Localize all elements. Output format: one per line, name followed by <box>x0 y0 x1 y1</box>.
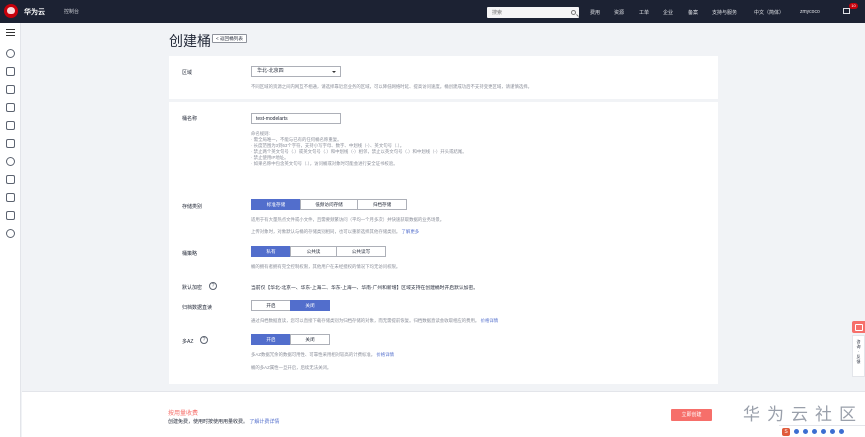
region-select[interactable]: 华北-北京四 <box>251 66 341 77</box>
bucket-name-input[interactable] <box>251 113 341 124</box>
multi-az-hint: 多AZ数据冗余的数据可用性、可靠性采用相对较高的计费标准。 价格详情 <box>251 352 394 358</box>
storage-class-selector: 标准存储 低频访问存储 归档存储 <box>251 199 407 210</box>
search-box <box>487 7 579 18</box>
migration-icon[interactable] <box>6 229 15 238</box>
archive-direct-read-toggle: 开启 关闭 <box>251 300 330 311</box>
ime-tool-icon[interactable] <box>803 429 808 434</box>
multi-az-toggle: 开启 关闭 <box>251 334 330 345</box>
message-icon[interactable] <box>843 8 850 14</box>
storage-icon[interactable] <box>6 139 15 148</box>
console-link[interactable]: 控制台 <box>64 8 79 15</box>
menu-icon[interactable] <box>6 29 15 37</box>
nav-enterprise[interactable]: 企业 <box>663 9 673 16</box>
nav-support[interactable]: 支持与服务 <box>712 9 737 16</box>
multi-az-price-link[interactable]: 价格详情 <box>376 352 394 357</box>
back-to-bucket-list-button[interactable]: < 返回桶列表 <box>212 34 247 43</box>
language-switch[interactable]: 中文（简体） <box>754 9 784 16</box>
search-input[interactable] <box>487 7 565 18</box>
bucket-policy-selector: 私有 公共读 公共读写 <box>251 246 386 257</box>
layers-icon[interactable] <box>6 103 15 112</box>
page-title: 创建桶 <box>169 33 211 49</box>
bucket-icon[interactable] <box>6 67 15 76</box>
message-count-badge: 10 <box>849 3 858 9</box>
price-sub-text: 创建免费，使用时按使用用量收费。 <box>168 419 249 425</box>
naming-rule-line: · 禁止两个英文句号（.）或英文句号（.）和中划线（-）相邻，禁止以英文句号（.… <box>251 148 467 154</box>
archive-off-option[interactable]: 关闭 <box>290 300 330 311</box>
user-menu[interactable]: zmycoco <box>800 9 820 15</box>
storage-class-hint-2: 上传对象时，对象默认与桶的存储类别相同，也可以重新选择其他存储类别。 了解更多 <box>251 229 419 235</box>
policy-public-read-write-option[interactable]: 公共读写 <box>336 246 386 257</box>
brand-name[interactable]: 华为云 <box>24 7 45 17</box>
feedback-panel[interactable]: 咨 询 · 反 馈 <box>852 335 865 377</box>
storage-class-hint: 适用于有大量热点文件或小文件，且需要频繁访问（平均一个月多次）并快速获取数据的业… <box>251 217 445 222</box>
multi-az-hint-2: 桶的多AZ属性一旦开启，后续无法关闭。 <box>251 365 332 370</box>
help-icon[interactable]: ? <box>209 282 217 290</box>
region-hint: 不同区域的资源之间内网互不相通，请选择靠近您业务的区域，可以降低网络时延、提高访… <box>251 84 533 89</box>
bucket-policy-hint: 桶的拥有者拥有完全控制权限，其他用户在未经授权的情况下均无访问权限。 <box>251 264 401 269</box>
pricing-details-link[interactable]: 了解计费详情 <box>249 419 279 425</box>
service-sidebar <box>0 23 21 437</box>
archive-direct-read-label: 归档数据直读 <box>182 305 213 311</box>
settings-icon[interactable] <box>6 157 15 166</box>
storage-hint-text: 上传对象时，对象默认与桶的存储类别相同，也可以重新选择其他存储类别。 <box>251 229 401 234</box>
naming-rule-line: · 如果名称中包含英文句号（.），访问桶或对象时可能会进行安全证书校验。 <box>251 160 398 166</box>
top-navigation-bar: 华为云 控制台 费用 资源 工单 企业 备案 支持与服务 中文（简体） zmyc… <box>0 0 865 23</box>
archive-price-link[interactable]: 价格详情 <box>481 318 499 323</box>
bottom-action-bar: 按用量收费 创建免费，使用时按使用用量收费。 了解计费详情 立即创建 华为云社区 <box>22 391 865 437</box>
multi-az-label: 多AZ <box>182 339 194 345</box>
nav-resources[interactable]: 资源 <box>614 9 624 16</box>
region-section: 区域 华北-北京四 不同区域的资源之间内网互不相通，请选择靠近您业务的区域，可以… <box>169 56 718 99</box>
bucket-name-label: 桶名称 <box>182 116 198 122</box>
ime-toolbar: S <box>779 425 865 437</box>
policy-public-read-option[interactable]: 公共读 <box>290 246 337 257</box>
nav-tickets[interactable]: 工单 <box>639 9 649 16</box>
price-label: 按用量收费 <box>168 411 199 417</box>
parallel-fs-icon[interactable] <box>6 85 15 94</box>
search-icon[interactable] <box>571 10 576 15</box>
archive-hint-text: 通过归档数据直读，您可以直接下载存储类别为归档存储的对象，而无需提前恢复。归档数… <box>251 318 480 323</box>
community-watermark: 华为云社区 <box>743 405 863 424</box>
storage-archive-option[interactable]: 归档存储 <box>357 199 407 210</box>
storage-learn-more-link[interactable]: 了解更多 <box>402 229 420 234</box>
help-icon[interactable]: ? <box>200 336 208 344</box>
ime-tool-icon[interactable] <box>839 429 844 434</box>
ime-tool-icon[interactable] <box>821 429 826 434</box>
huawei-cloud-logo-icon[interactable] <box>4 4 18 18</box>
dashboard-icon[interactable] <box>6 49 15 58</box>
multi-az-hint-text: 多AZ数据冗余的数据可用性、可靠性采用相对较高的计费标准。 <box>251 352 376 357</box>
storage-class-label: 存储类别 <box>182 204 203 210</box>
storage-standard-option[interactable]: 标准存储 <box>251 199 301 210</box>
multi-az-on-option[interactable]: 开启 <box>251 334 291 345</box>
region-label: 区域 <box>182 70 193 76</box>
ime-logo-icon[interactable]: S <box>782 427 790 436</box>
bucket-policy-label: 桶策略 <box>182 251 198 257</box>
nav-billing[interactable]: 费用 <box>590 9 600 16</box>
create-now-button[interactable]: 立即创建 <box>671 409 712 421</box>
archive-on-option[interactable]: 开启 <box>251 300 291 311</box>
chat-icon[interactable] <box>852 321 865 333</box>
policy-private-option[interactable]: 私有 <box>251 246 291 257</box>
ime-tool-icon[interactable] <box>812 429 817 434</box>
default-encryption-label: 默认加密 <box>182 285 203 291</box>
bucket-config-section: 桶名称 命名规则: · 需全局唯一，不能与已有的任何桶名称重复。 · 长度范围为… <box>169 102 718 384</box>
anchor-icon[interactable] <box>6 193 15 202</box>
default-encryption-notice: 当前仅【华北-北京一、华东-上海二、华东-上海一、华南-广州和新增】区域支持在创… <box>251 286 479 291</box>
archive-direct-read-hint: 通过归档数据直读，您可以直接下载存储类别为归档存储的对象，而无需提前恢复。归档数… <box>251 318 498 324</box>
multi-az-off-option[interactable]: 关闭 <box>290 334 330 345</box>
tool-icon[interactable] <box>6 211 15 220</box>
ime-tool-icon[interactable] <box>830 429 835 434</box>
cloud-icon[interactable] <box>6 175 15 184</box>
nav-icp[interactable]: 备案 <box>688 9 698 16</box>
ime-tool-icon[interactable] <box>794 429 799 434</box>
storage-infrequent-option[interactable]: 低频访问存储 <box>300 199 358 210</box>
naming-rules: 命名规则: · 需全局唯一，不能与已有的任何桶名称重复。 · 长度范围为3到63… <box>251 131 467 166</box>
database-icon[interactable] <box>6 121 15 130</box>
price-description: 创建免费，使用时按使用用量收费。 了解计费详情 <box>168 418 279 425</box>
